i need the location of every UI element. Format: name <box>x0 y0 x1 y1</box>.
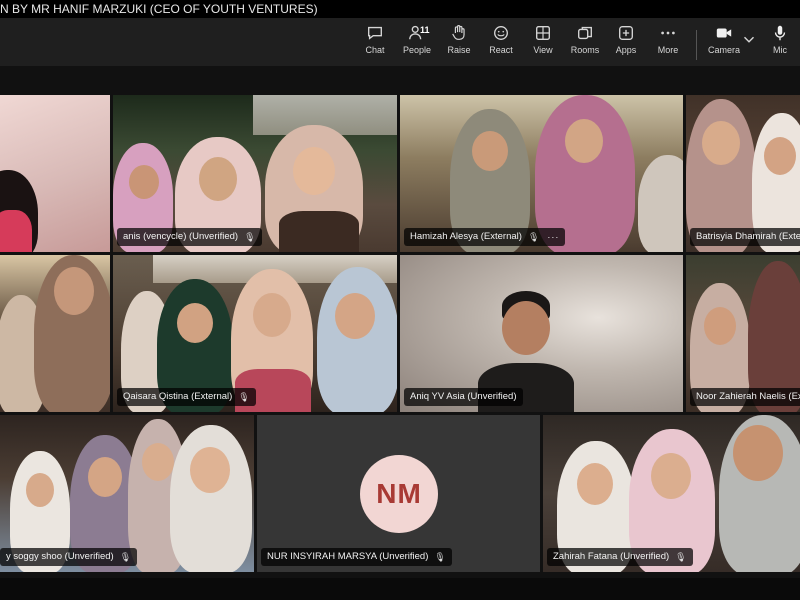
more-dots-icon <box>661 31 675 35</box>
participant-name: anis (vencycle) (Unverified) <box>123 231 239 242</box>
participant-name: y soggy shoo (Unverified) <box>6 551 114 562</box>
apps-plus-icon <box>619 26 633 40</box>
react-label: React <box>489 45 513 55</box>
participant-name-tag: Aniq YV Asia (Unverified) <box>404 388 523 406</box>
rooms-label: Rooms <box>570 45 600 55</box>
people-button[interactable]: 11 People <box>397 24 437 64</box>
hand-icon <box>452 25 465 40</box>
camera-options-dropdown[interactable] <box>741 24 757 64</box>
participant-video <box>265 125 363 252</box>
participant-name-tag: y soggy shoo (Unverified) 🎙 <box>0 548 138 566</box>
mic-label: Mic <box>773 45 787 55</box>
participant-name-tag: Qaisara Qistina (External) 🎙 <box>117 388 256 406</box>
camera-icon <box>716 28 732 38</box>
chat-label: Chat <box>365 45 385 55</box>
participant-tile[interactable]: anis (vencycle) (Unverified) 🎙 <box>113 95 397 252</box>
camera-label: Camera <box>707 45 740 55</box>
toolbar-divider <box>696 30 697 60</box>
participant-tile[interactable] <box>0 95 110 252</box>
mic-button[interactable]: Mic <box>760 24 800 64</box>
participant-tile[interactable] <box>0 255 110 412</box>
participant-tile[interactable]: Hamizah Alesya (External) 🎙 ··· <box>400 95 683 252</box>
apps-label: Apps <box>615 45 637 55</box>
participant-video <box>719 415 800 572</box>
participant-name-tag: Noor Zahierah Naelis (Exte <box>690 388 800 406</box>
participant-more-options-icon[interactable]: ··· <box>545 228 559 246</box>
grid-view-icon <box>536 26 550 40</box>
participant-tile[interactable]: Batrisyia Dhamirah (Extern <box>686 95 800 252</box>
participant-video <box>0 170 38 252</box>
view-label: View <box>533 45 553 55</box>
participant-name: Aniq YV Asia (Unverified) <box>410 391 517 402</box>
participant-name-tag: Hamizah Alesya (External) 🎙 ··· <box>404 228 566 246</box>
rooms-icon <box>578 26 592 40</box>
participant-name: NUR INSYIRAH MARSYA (Unverified) <box>267 551 429 562</box>
rooms-button[interactable]: Rooms <box>565 24 605 64</box>
chevron-down-icon <box>743 36 755 43</box>
participant-name-tag: NUR INSYIRAH MARSYA (Unverified) 🎙 <box>261 548 452 566</box>
window-title-bar: N BY MR HANIF MARZUKI (CEO OF YOUTH VENT… <box>0 0 800 18</box>
participant-name: Batrisyia Dhamirah (Extern <box>696 231 800 242</box>
participant-tile[interactable]: Zahirah Fatana (Unverified) 🎙 <box>543 415 800 572</box>
participant-name: Qaisara Qistina (External) <box>123 391 233 402</box>
mic-muted-icon: 🎙 <box>527 232 540 242</box>
people-count-badge: 11 <box>420 25 430 35</box>
participant-name: Zahirah Fatana (Unverified) <box>553 551 670 562</box>
mic-muted-icon: 🎙 <box>675 552 687 562</box>
microphone-icon <box>774 25 786 41</box>
participant-name: Hamizah Alesya (External) <box>410 231 522 242</box>
meeting-toolbar: Chat 11 People Raise React View Rooms Ap… <box>0 18 800 66</box>
participant-tile[interactable]: y soggy shoo (Unverified) 🎙 <box>0 415 254 572</box>
react-button[interactable]: React <box>481 24 521 64</box>
smiley-icon <box>494 26 508 40</box>
mic-muted-icon: 🎙 <box>244 232 256 242</box>
chat-button[interactable]: Chat <box>355 24 395 64</box>
participant-video <box>317 267 397 412</box>
participant-video <box>170 425 252 572</box>
view-button[interactable]: View <box>523 24 563 64</box>
people-label: People <box>402 45 432 55</box>
camera-button[interactable]: Camera <box>703 24 745 64</box>
participant-tile[interactable]: Noor Zahierah Naelis (Exte <box>686 255 800 412</box>
more-button[interactable]: More <box>648 24 688 64</box>
mic-muted-icon: 🎙 <box>238 392 250 402</box>
raise-label: Raise <box>447 45 471 55</box>
participant-name: Noor Zahierah Naelis (Exte <box>696 391 800 402</box>
raise-hand-button[interactable]: Raise <box>439 24 479 64</box>
participant-video <box>638 155 683 252</box>
mic-muted-icon: 🎙 <box>434 552 446 562</box>
meeting-title: N BY MR HANIF MARZUKI (CEO OF YOUTH VENT… <box>0 2 318 16</box>
participant-tile[interactable]: Qaisara Qistina (External) 🎙 <box>113 255 397 412</box>
participant-name-tag: anis (vencycle) (Unverified) 🎙 <box>117 228 262 246</box>
bottom-edge <box>0 578 800 600</box>
participant-video <box>34 255 110 412</box>
mic-muted-icon: 🎙 <box>119 552 132 562</box>
more-label: More <box>657 45 679 55</box>
participant-tile[interactable]: Aniq YV Asia (Unverified) <box>400 255 683 412</box>
participant-name-tag: Batrisyia Dhamirah (Extern <box>690 228 800 246</box>
apps-button[interactable]: Apps <box>606 24 646 64</box>
chat-icon <box>368 26 382 40</box>
participant-name-tag: Zahirah Fatana (Unverified) 🎙 <box>547 548 693 566</box>
participant-avatar: NM <box>360 455 438 533</box>
